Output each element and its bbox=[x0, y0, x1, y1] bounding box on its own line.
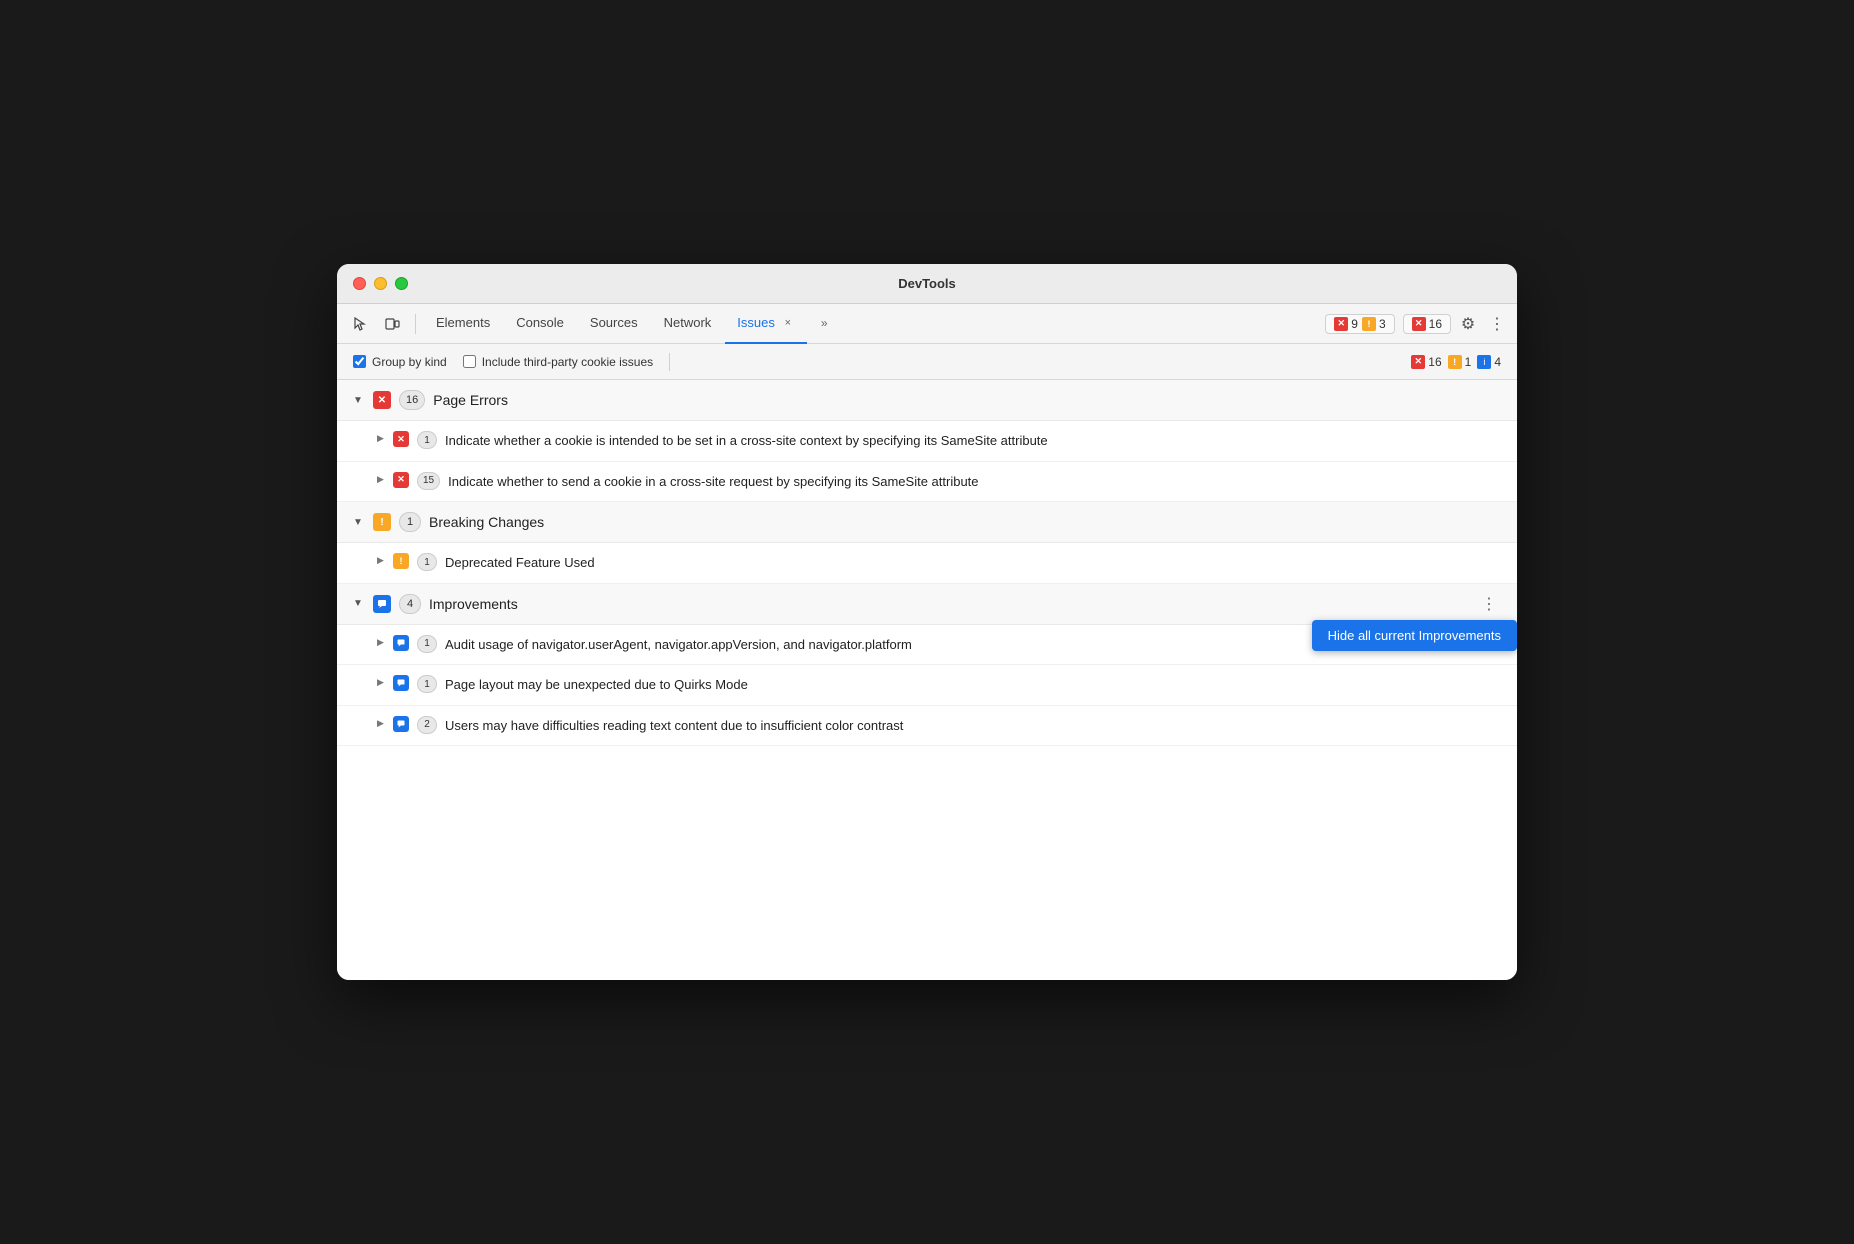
category-breaking-changes: ▼ ! 1 Breaking Changes ▶ ! 1 Deprecated … bbox=[337, 502, 1517, 584]
issue-icon-blue-2 bbox=[393, 675, 409, 691]
toolbar: Elements Console Sources Network Issues … bbox=[337, 304, 1517, 344]
issue-icon-red-1: ✕ bbox=[393, 431, 409, 447]
issue-quirks-mode[interactable]: ▶ 1 Page layout may be unexpected due to… bbox=[337, 665, 1517, 706]
error-badge: ✕ 9 bbox=[1334, 317, 1358, 331]
error-icon: ✕ bbox=[1334, 317, 1348, 331]
breaking-changes-chevron: ▼ bbox=[353, 517, 365, 528]
improvements-popup[interactable]: Hide all current Improvements bbox=[1312, 620, 1517, 651]
chat-icon bbox=[377, 599, 387, 609]
tab-elements[interactable]: Elements bbox=[424, 304, 502, 344]
total-error-badge: ✕ 16 bbox=[1412, 317, 1442, 331]
filter-info-icon: i bbox=[1477, 355, 1491, 369]
device-icon bbox=[384, 316, 400, 332]
page-errors-chevron: ▼ bbox=[353, 395, 365, 406]
maximize-button[interactable] bbox=[395, 277, 408, 290]
issues-badge-group: ✕ 9 ! 3 bbox=[1325, 314, 1394, 334]
issue-text-3: Deprecated Feature Used bbox=[445, 553, 595, 573]
devtools-window: DevTools Elements Console Sources Networ… bbox=[337, 264, 1517, 980]
third-party-checkbox[interactable] bbox=[463, 355, 476, 368]
issue-text-2: Indicate whether to send a cookie in a c… bbox=[448, 472, 978, 492]
tab-issues-close[interactable]: × bbox=[781, 316, 795, 330]
category-improvements: ▼ 4 Improvements ⋮ Hide all current Impr… bbox=[337, 584, 1517, 747]
filter-warning-badge: ! 1 bbox=[1448, 355, 1472, 369]
chat-icon-small-2 bbox=[397, 679, 405, 687]
error-count-badge-group: ✕ 16 bbox=[1403, 314, 1451, 334]
issue-count-2: 15 bbox=[417, 472, 440, 490]
tab-issues[interactable]: Issues × bbox=[725, 304, 807, 344]
issue-text-5: Page layout may be unexpected due to Qui… bbox=[445, 675, 748, 695]
group-by-kind-checkbox[interactable] bbox=[353, 355, 366, 368]
improvements-chevron: ▼ bbox=[353, 598, 365, 609]
window-title: DevTools bbox=[898, 276, 956, 291]
filter-error-icon: ✕ bbox=[1411, 355, 1425, 369]
filter-error-badge: ✕ 16 bbox=[1411, 355, 1441, 369]
category-page-errors-header[interactable]: ▼ ✕ 16 Page Errors bbox=[337, 380, 1517, 421]
issue-chevron-3: ▶ bbox=[377, 555, 385, 566]
issue-text-4: Audit usage of navigator.userAgent, navi… bbox=[445, 635, 912, 655]
inspect-element-button[interactable] bbox=[345, 309, 375, 339]
improvements-count: 4 bbox=[399, 594, 421, 614]
tab-console[interactable]: Console bbox=[504, 304, 576, 344]
issue-count-4: 1 bbox=[417, 635, 437, 653]
improvements-label: Improvements bbox=[429, 596, 518, 612]
issue-icon-yellow-1: ! bbox=[393, 553, 409, 569]
more-tabs-button[interactable]: » bbox=[809, 304, 840, 344]
issue-deprecated-feature[interactable]: ▶ ! 1 Deprecated Feature Used bbox=[337, 543, 1517, 584]
breaking-changes-count: 1 bbox=[399, 512, 421, 532]
issue-chevron-6: ▶ bbox=[377, 718, 385, 729]
third-party-label[interactable]: Include third-party cookie issues bbox=[463, 355, 653, 369]
toolbar-divider-1 bbox=[415, 314, 416, 334]
issue-count-3: 1 bbox=[417, 553, 437, 571]
close-button[interactable] bbox=[353, 277, 366, 290]
issue-text-6: Users may have difficulties reading text… bbox=[445, 716, 903, 736]
filter-warning-icon: ! bbox=[1448, 355, 1462, 369]
cursor-icon bbox=[352, 316, 368, 332]
breaking-changes-icon: ! bbox=[373, 513, 391, 531]
page-errors-label: Page Errors bbox=[433, 392, 508, 408]
issue-count-1: 1 bbox=[417, 431, 437, 449]
warning-badge: ! 3 bbox=[1362, 317, 1386, 331]
more-options-button[interactable]: ⋮ bbox=[1485, 309, 1509, 339]
chat-icon-small bbox=[397, 639, 405, 647]
category-improvements-header[interactable]: ▼ 4 Improvements ⋮ Hide all current Impr… bbox=[337, 584, 1517, 625]
category-breaking-changes-header[interactable]: ▼ ! 1 Breaking Changes bbox=[337, 502, 1517, 543]
breaking-changes-label: Breaking Changes bbox=[429, 514, 544, 530]
improvements-menu-button[interactable]: ⋮ bbox=[1477, 592, 1501, 616]
tab-network[interactable]: Network bbox=[652, 304, 724, 344]
issue-icon-blue-1 bbox=[393, 635, 409, 651]
issue-icon-red-2: ✕ bbox=[393, 472, 409, 488]
filter-bar: Group by kind Include third-party cookie… bbox=[337, 344, 1517, 380]
chat-icon-small-3 bbox=[397, 720, 405, 728]
filter-info-badge: i 4 bbox=[1477, 355, 1501, 369]
tab-sources[interactable]: Sources bbox=[578, 304, 650, 344]
minimize-button[interactable] bbox=[374, 277, 387, 290]
issue-count-6: 2 bbox=[417, 716, 437, 734]
warning-icon: ! bbox=[1362, 317, 1376, 331]
page-errors-count: 16 bbox=[399, 390, 425, 410]
improvements-icon bbox=[373, 595, 391, 613]
page-errors-icon: ✕ bbox=[373, 391, 391, 409]
issue-icon-blue-3 bbox=[393, 716, 409, 732]
issue-count-5: 1 bbox=[417, 675, 437, 693]
issue-text-1: Indicate whether a cookie is intended to… bbox=[445, 431, 1048, 451]
filter-separator bbox=[669, 353, 670, 371]
issue-cookie-set[interactable]: ▶ ✕ 1 Indicate whether a cookie is inten… bbox=[337, 421, 1517, 462]
content-area: ▼ ✕ 16 Page Errors ▶ ✕ 1 Indicate whethe… bbox=[337, 380, 1517, 980]
titlebar: DevTools bbox=[337, 264, 1517, 304]
filter-badges: ✕ 16 ! 1 i 4 bbox=[1411, 355, 1501, 369]
settings-button[interactable]: ⚙ bbox=[1453, 309, 1483, 339]
issue-chevron-1: ▶ bbox=[377, 433, 385, 444]
total-error-icon: ✕ bbox=[1412, 317, 1426, 331]
group-by-kind-label[interactable]: Group by kind bbox=[353, 355, 447, 369]
issue-chevron-4: ▶ bbox=[377, 637, 385, 648]
category-page-errors: ▼ ✕ 16 Page Errors ▶ ✕ 1 Indicate whethe… bbox=[337, 380, 1517, 502]
issue-cookie-send[interactable]: ▶ ✕ 15 Indicate whether to send a cookie… bbox=[337, 462, 1517, 503]
traffic-lights bbox=[353, 277, 408, 290]
device-toolbar-button[interactable] bbox=[377, 309, 407, 339]
issue-chevron-5: ▶ bbox=[377, 677, 385, 688]
issue-color-contrast[interactable]: ▶ 2 Users may have difficulties reading … bbox=[337, 706, 1517, 747]
issue-chevron-2: ▶ bbox=[377, 474, 385, 485]
